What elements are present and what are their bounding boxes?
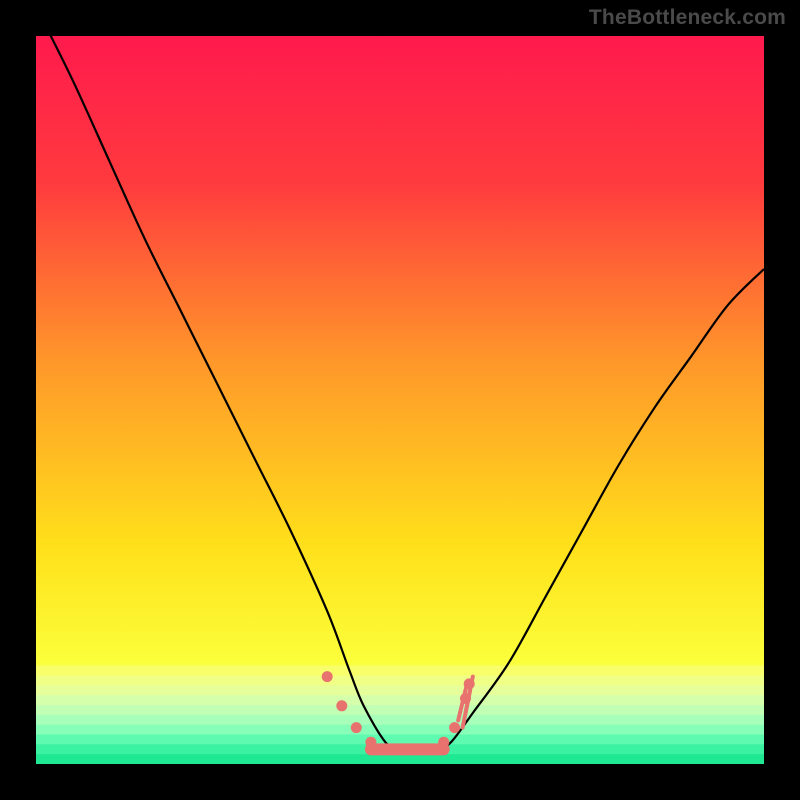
watermark-text: TheBottleneck.com [589,6,786,30]
plot-area [36,36,764,764]
marker-dot [409,744,420,755]
marker-dot [336,700,347,711]
marker-dot [365,737,376,748]
marker-dot [424,744,435,755]
marker-dot [351,722,362,733]
curve-layer [36,36,764,764]
marker-dot [395,744,406,755]
marker-dot [322,671,333,682]
chart-frame: TheBottleneck.com [0,0,800,800]
marker-dot [438,737,449,748]
marker-dot [380,744,391,755]
bottleneck-curve [36,36,764,750]
marker-dot [449,722,460,733]
